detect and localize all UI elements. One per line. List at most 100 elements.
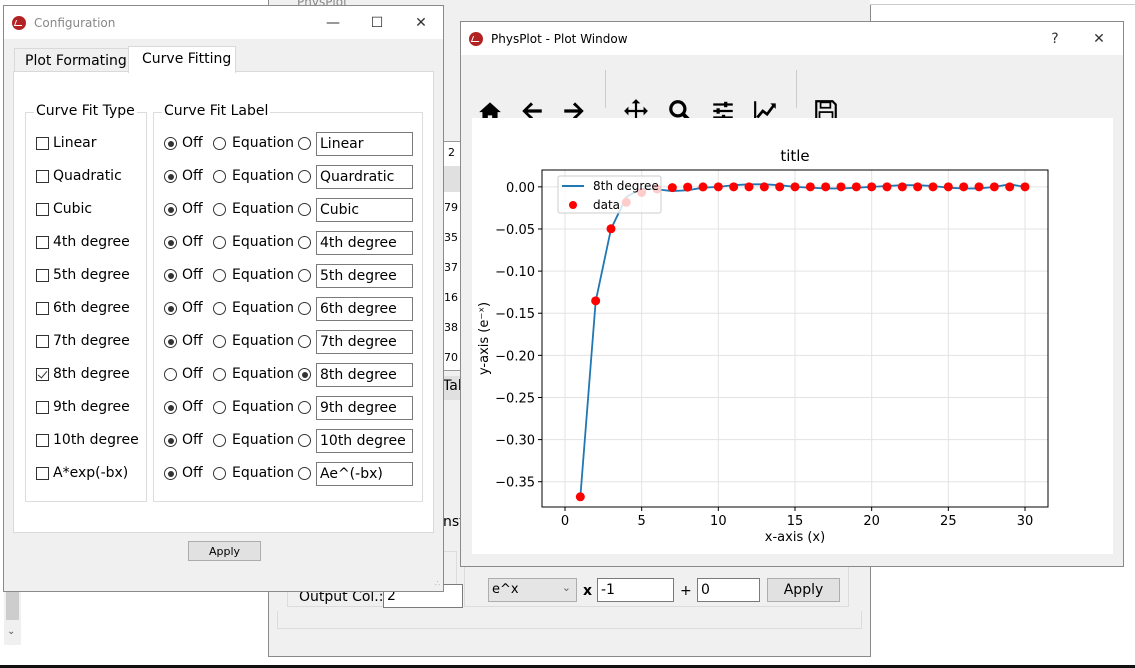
fit-type-checkbox[interactable] (36, 137, 49, 150)
config-apply-button[interactable]: Apply (188, 541, 261, 561)
label-off-radio[interactable] (164, 434, 177, 447)
label-off-radio[interactable] (164, 335, 177, 348)
label-off-radio[interactable] (164, 236, 177, 249)
table-cell[interactable]: 35 (444, 231, 458, 244)
resize-grip[interactable]: ∴ (435, 579, 440, 588)
offset-input[interactable]: 0 (697, 578, 760, 602)
label-custom-radio[interactable] (298, 401, 311, 414)
label-equation-text[interactable]: Equation (232, 135, 294, 151)
label-equation-radio[interactable] (213, 170, 226, 183)
label-equation-text[interactable]: Equation (232, 267, 294, 283)
label-custom-radio[interactable] (298, 137, 311, 150)
label-equation-text[interactable]: Equation (232, 234, 294, 250)
label-equation-radio[interactable] (213, 203, 226, 216)
label-equation-radio[interactable] (213, 401, 226, 414)
fit-type-label[interactable]: Cubic (53, 201, 92, 217)
label-equation-radio[interactable] (213, 368, 226, 381)
label-custom-radio[interactable] (298, 434, 311, 447)
label-off-radio[interactable] (164, 467, 177, 480)
label-equation-radio[interactable] (213, 434, 226, 447)
plot-canvas[interactable]: 0 5 10 15 20 25 30 0.00 −0.05 −0.10 −0.15 −0.20 −0.2… (472, 118, 1113, 554)
minimize-button[interactable]: — (311, 6, 355, 39)
label-equation-radio[interactable] (213, 236, 226, 249)
custom-label-input[interactable]: 8th degree (316, 363, 413, 387)
label-custom-radio[interactable] (298, 335, 311, 348)
label-custom-radio[interactable] (298, 302, 311, 315)
label-custom-radio[interactable] (298, 203, 311, 216)
label-off-text[interactable]: Off (182, 432, 203, 448)
fit-type-checkbox[interactable] (36, 368, 49, 381)
table-cell[interactable]: 2 (448, 146, 455, 159)
label-off-radio[interactable] (164, 401, 177, 414)
fit-type-label[interactable]: Quadratic (53, 168, 122, 184)
label-off-text[interactable]: Off (182, 366, 203, 382)
label-off-radio[interactable] (164, 269, 177, 282)
label-equation-text[interactable]: Equation (232, 465, 294, 481)
label-off-radio[interactable] (164, 368, 177, 381)
label-custom-radio[interactable] (298, 368, 311, 381)
custom-label-input[interactable]: 9th degree (316, 396, 413, 420)
label-custom-radio[interactable] (298, 269, 311, 282)
label-equation-text[interactable]: Equation (232, 366, 294, 382)
fit-type-label[interactable]: 8th degree (53, 366, 130, 382)
label-equation-radio[interactable] (213, 467, 226, 480)
custom-label-input[interactable]: 7th degree (316, 330, 413, 354)
label-off-text[interactable]: Off (182, 267, 203, 283)
label-off-radio[interactable] (164, 302, 177, 315)
label-custom-radio[interactable] (298, 170, 311, 183)
fit-type-checkbox[interactable] (36, 335, 49, 348)
function-select[interactable]: e^x ⌄ (488, 578, 577, 602)
tab-plot-formating[interactable]: Plot Formating (14, 48, 129, 72)
custom-label-input[interactable]: 6th degree (316, 297, 413, 321)
label-off-text[interactable]: Off (182, 135, 203, 151)
custom-label-input[interactable]: 10th degree (316, 429, 413, 453)
fit-type-checkbox[interactable] (36, 203, 49, 216)
label-custom-radio[interactable] (298, 236, 311, 249)
table-cell[interactable]: 37 (444, 261, 458, 274)
label-off-text[interactable]: Off (182, 234, 203, 250)
maximize-button[interactable]: ☐ (355, 6, 399, 39)
label-off-text[interactable]: Off (182, 300, 203, 316)
fit-type-label[interactable]: 7th degree (53, 333, 130, 349)
close-button[interactable]: ✕ (399, 6, 443, 39)
label-equation-radio[interactable] (213, 335, 226, 348)
fit-type-label[interactable]: Linear (53, 135, 97, 151)
fit-type-label[interactable]: 9th degree (53, 399, 130, 415)
multiplier-input[interactable]: -1 (597, 578, 674, 602)
fit-type-checkbox[interactable] (36, 302, 49, 315)
custom-label-input[interactable]: Cubic (316, 198, 413, 222)
label-equation-radio[interactable] (213, 137, 226, 150)
fit-type-label[interactable]: 6th degree (53, 300, 130, 316)
close-button[interactable]: ✕ (1077, 22, 1121, 55)
label-equation-radio[interactable] (213, 269, 226, 282)
label-off-text[interactable]: Off (182, 465, 203, 481)
custom-label-input[interactable]: 4th degree (316, 231, 413, 255)
label-equation-text[interactable]: Equation (232, 333, 294, 349)
label-custom-radio[interactable] (298, 467, 311, 480)
fit-type-label[interactable]: 5th degree (53, 267, 130, 283)
label-equation-text[interactable]: Equation (232, 168, 294, 184)
label-off-radio[interactable] (164, 137, 177, 150)
fit-type-checkbox[interactable] (36, 434, 49, 447)
help-button[interactable]: ? (1033, 22, 1077, 55)
label-off-text[interactable]: Off (182, 201, 203, 217)
custom-label-input[interactable]: 5th degree (316, 264, 413, 288)
transform-apply-button[interactable]: Apply (767, 578, 840, 602)
label-off-radio[interactable] (164, 203, 177, 216)
table-cell[interactable]: 38 (444, 321, 458, 334)
fit-type-label[interactable]: A*exp(-bx) (53, 465, 128, 481)
custom-label-input[interactable]: Linear (316, 132, 413, 156)
table-cell[interactable]: 16 (444, 291, 458, 304)
label-equation-text[interactable]: Equation (232, 300, 294, 316)
table-cell[interactable]: 79 (444, 201, 458, 214)
fit-type-label[interactable]: 10th degree (53, 432, 139, 448)
label-equation-text[interactable]: Equation (232, 432, 294, 448)
fit-type-label[interactable]: 4th degree (53, 234, 130, 250)
fit-type-checkbox[interactable] (36, 269, 49, 282)
custom-label-input[interactable]: Ae^(-bx) (316, 462, 413, 486)
chevron-down-icon[interactable]: ⌄ (7, 626, 15, 637)
fit-type-checkbox[interactable] (36, 401, 49, 414)
table-cell[interactable]: 70 (444, 351, 458, 363)
label-off-text[interactable]: Off (182, 399, 203, 415)
fit-type-checkbox[interactable] (36, 236, 49, 249)
